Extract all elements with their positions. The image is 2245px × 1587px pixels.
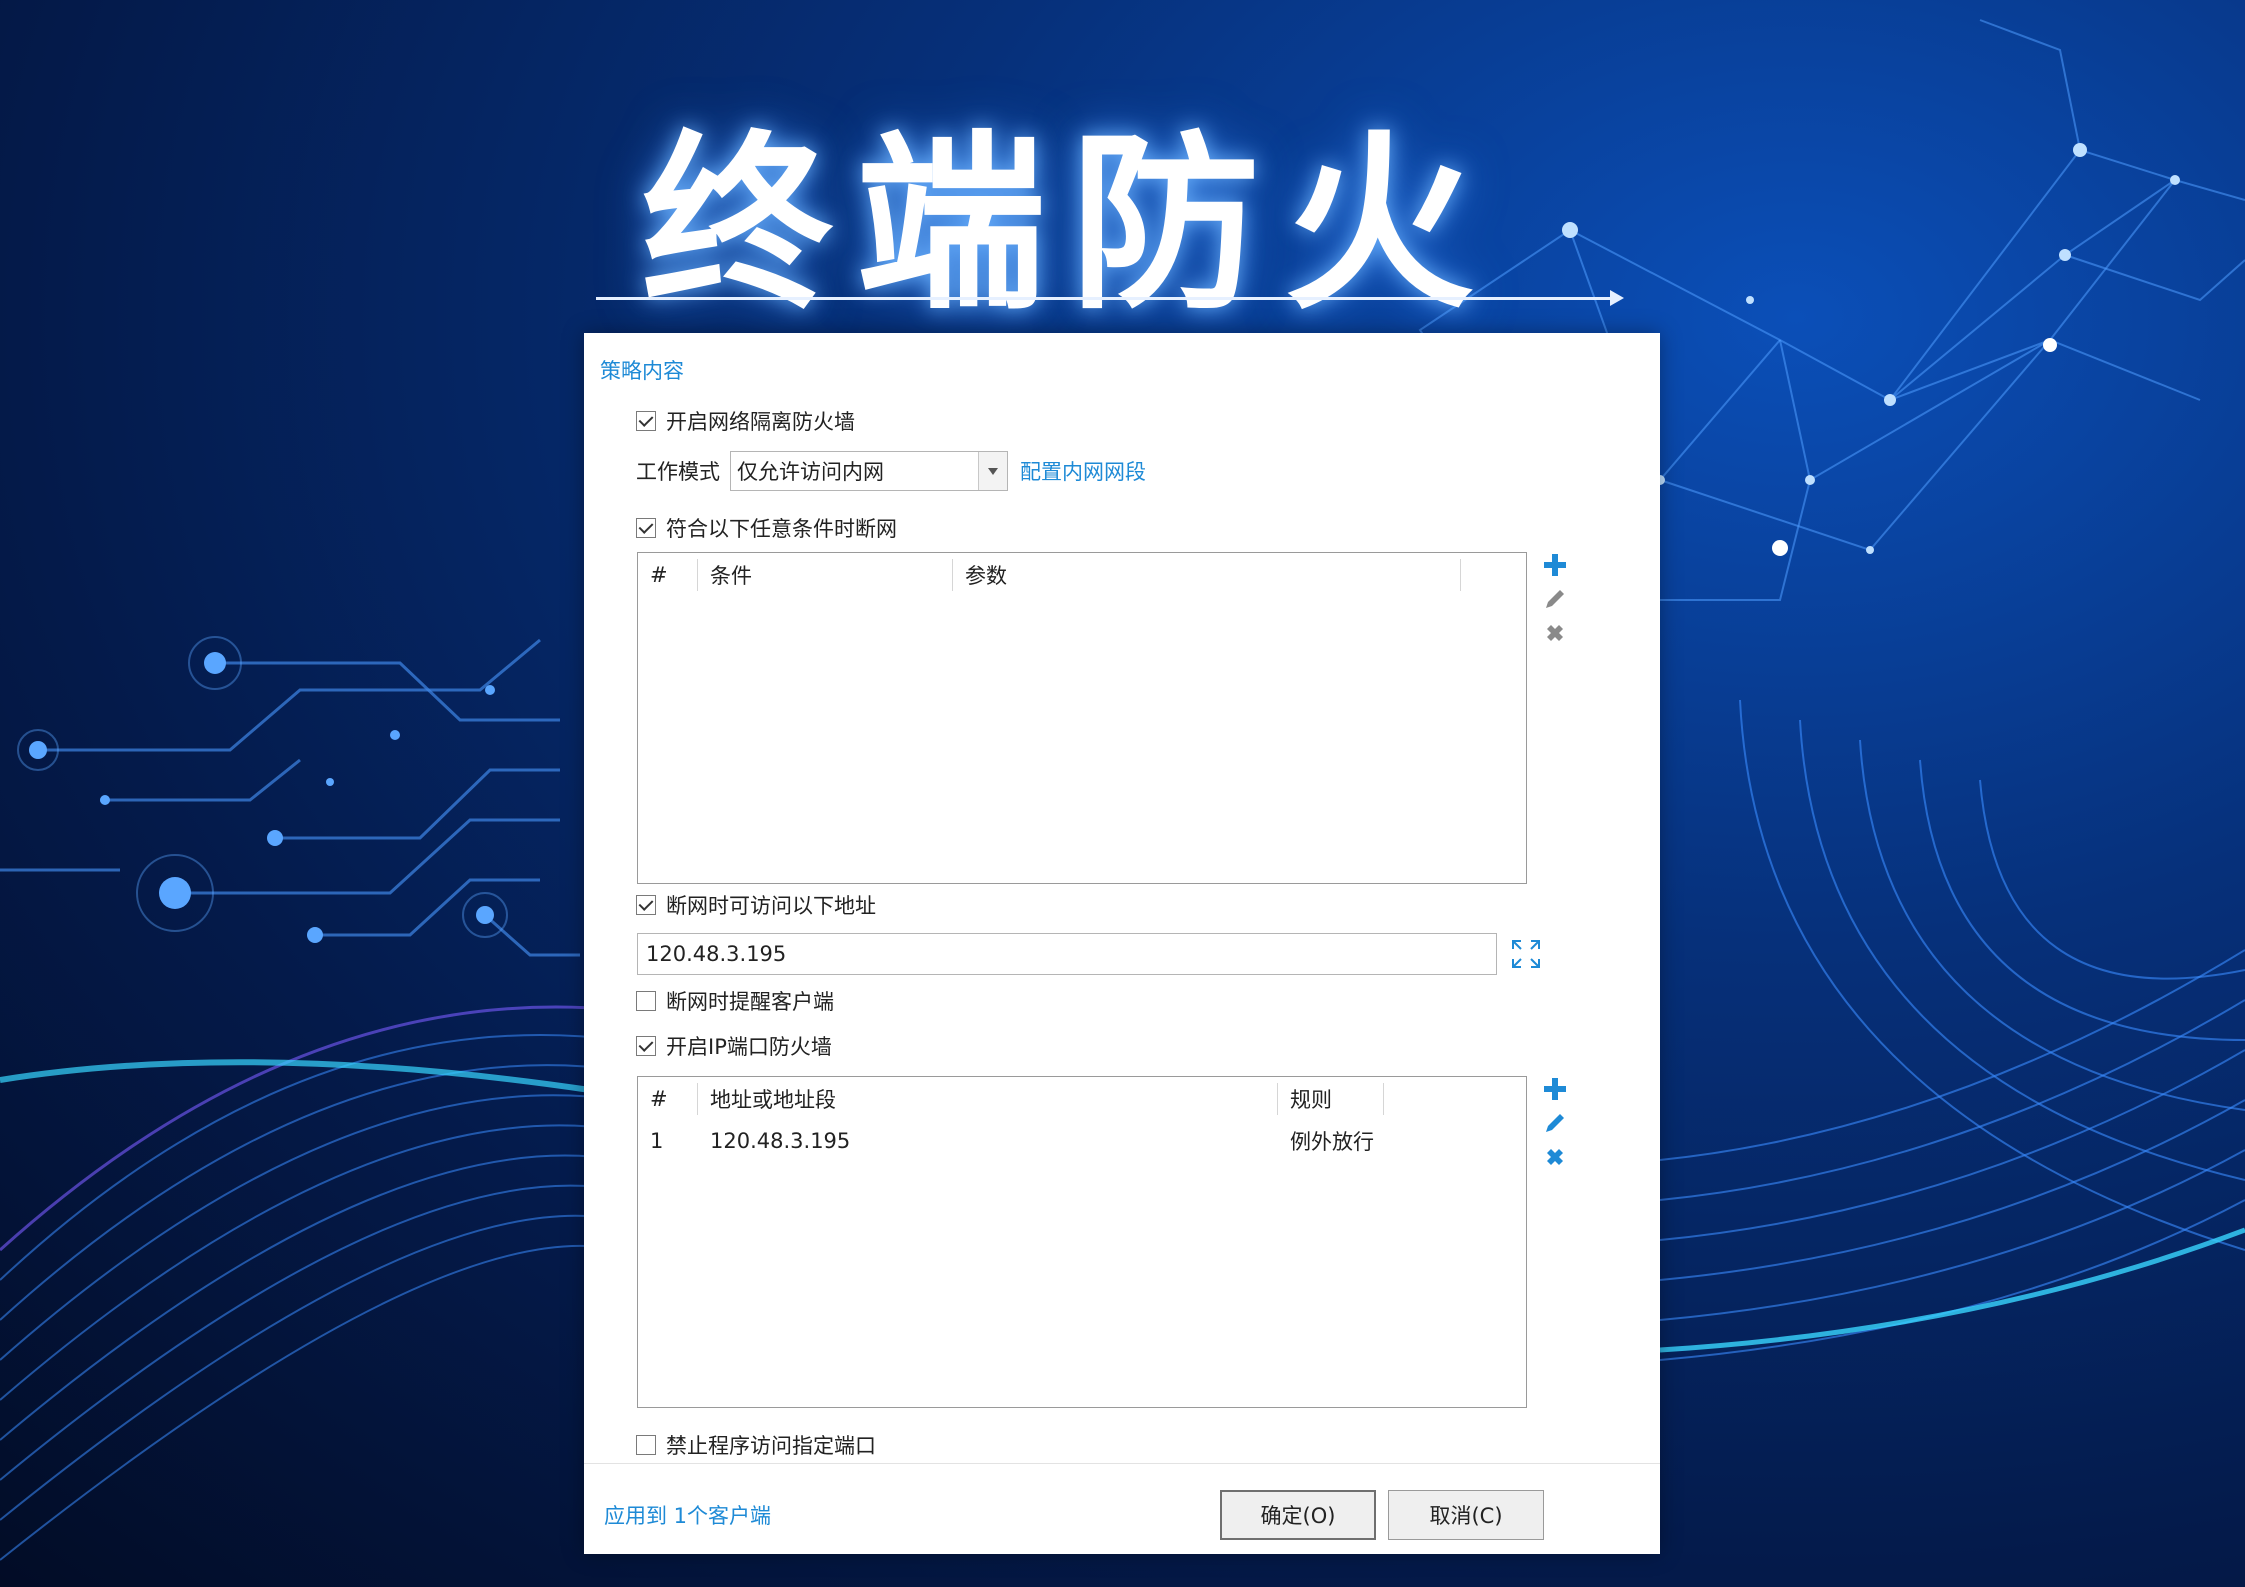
column-header-parameter[interactable]: 参数: [953, 559, 1461, 591]
work-mode-select[interactable]: 仅允许访问内网: [730, 451, 1008, 491]
cross-icon[interactable]: [1540, 1140, 1570, 1174]
expand-arrows-icon[interactable]: [1509, 937, 1543, 971]
ip-port-table: # 地址或地址段 规则 1 120.48.3.195 例外放行: [637, 1076, 1527, 1408]
pencil-icon[interactable]: [1540, 1106, 1570, 1140]
cross-icon[interactable]: [1540, 616, 1570, 650]
ip-port-firewall-checkbox-row[interactable]: 开启IP端口防火墙: [636, 1031, 832, 1061]
ip-port-toolbar: [1540, 1072, 1570, 1174]
disconnect-conditions-checkbox-row[interactable]: 符合以下任意条件时断网: [636, 513, 897, 543]
ip-port-firewall-label: 开启IP端口防火墙: [666, 1035, 832, 1059]
plus-icon[interactable]: [1540, 548, 1570, 582]
disconnect-conditions-label: 符合以下任意条件时断网: [666, 517, 897, 541]
conditions-toolbar: [1540, 548, 1570, 650]
disconnect-conditions-checkbox[interactable]: [636, 518, 656, 538]
isolation-firewall-checkbox-row[interactable]: 开启网络隔离防火墙: [636, 406, 855, 436]
allowed-addresses-label: 断网时可访问以下地址: [666, 894, 876, 918]
work-mode-selected-value: 仅允许访问内网: [737, 460, 884, 484]
work-mode-row: 工作模式 仅允许访问内网 配置内网网段: [636, 451, 1146, 491]
row-rule: 例外放行: [1290, 1130, 1374, 1154]
ip-port-table-header: # 地址或地址段 规则: [638, 1077, 1526, 1121]
apply-to-clients-link[interactable]: 应用到 1个客户端: [604, 1500, 771, 1530]
conditions-table: # 条件 参数: [637, 552, 1527, 884]
column-header-index[interactable]: #: [638, 1083, 698, 1115]
isolation-firewall-checkbox[interactable]: [636, 411, 656, 431]
column-header-rule[interactable]: 规则: [1278, 1083, 1384, 1115]
section-title: 策略内容: [600, 359, 684, 383]
remind-client-checkbox-row[interactable]: 断网时提醒客户端: [636, 986, 834, 1016]
column-header-index[interactable]: #: [638, 559, 698, 591]
allowed-addresses-checkbox[interactable]: [636, 895, 656, 915]
ip-port-firewall-checkbox[interactable]: [636, 1036, 656, 1056]
allowed-addresses-value: 120.48.3.195: [646, 942, 787, 966]
chevron-down-icon[interactable]: [978, 452, 1007, 490]
title-underline-arrow: [596, 290, 1624, 306]
row-address: 120.48.3.195: [710, 1129, 851, 1153]
row-index: 1: [650, 1129, 664, 1153]
block-program-ports-checkbox[interactable]: [636, 1435, 656, 1455]
isolation-firewall-label: 开启网络隔离防火墙: [666, 410, 855, 434]
block-program-ports-checkbox-row[interactable]: 禁止程序访问指定端口: [636, 1430, 876, 1460]
block-program-ports-label: 禁止程序访问指定端口: [666, 1434, 876, 1458]
remind-client-checkbox[interactable]: [636, 991, 656, 1011]
cancel-button[interactable]: 取消(C): [1388, 1490, 1544, 1540]
column-header-address[interactable]: 地址或地址段: [698, 1083, 1278, 1115]
ok-button[interactable]: 确定(O): [1220, 1490, 1376, 1540]
dialog-footer: 应用到 1个客户端 确定(O) 取消(C): [584, 1463, 1660, 1554]
config-intranet-link[interactable]: 配置内网网段: [1020, 456, 1146, 486]
remind-client-label: 断网时提醒客户端: [666, 990, 834, 1014]
table-row[interactable]: 1 120.48.3.195 例外放行: [638, 1121, 1526, 1161]
allowed-addresses-input[interactable]: 120.48.3.195: [637, 933, 1497, 975]
conditions-table-header: # 条件 参数: [638, 553, 1526, 597]
plus-icon[interactable]: [1540, 1072, 1570, 1106]
column-header-condition[interactable]: 条件: [698, 559, 953, 591]
work-mode-label: 工作模式: [636, 460, 720, 484]
allowed-addresses-checkbox-row[interactable]: 断网时可访问以下地址: [636, 890, 876, 920]
policy-dialog: 策略内容 开启网络隔离防火墙 工作模式 仅允许访问内网 配置内网网段 符合以下任…: [584, 333, 1660, 1554]
pencil-icon[interactable]: [1540, 582, 1570, 616]
